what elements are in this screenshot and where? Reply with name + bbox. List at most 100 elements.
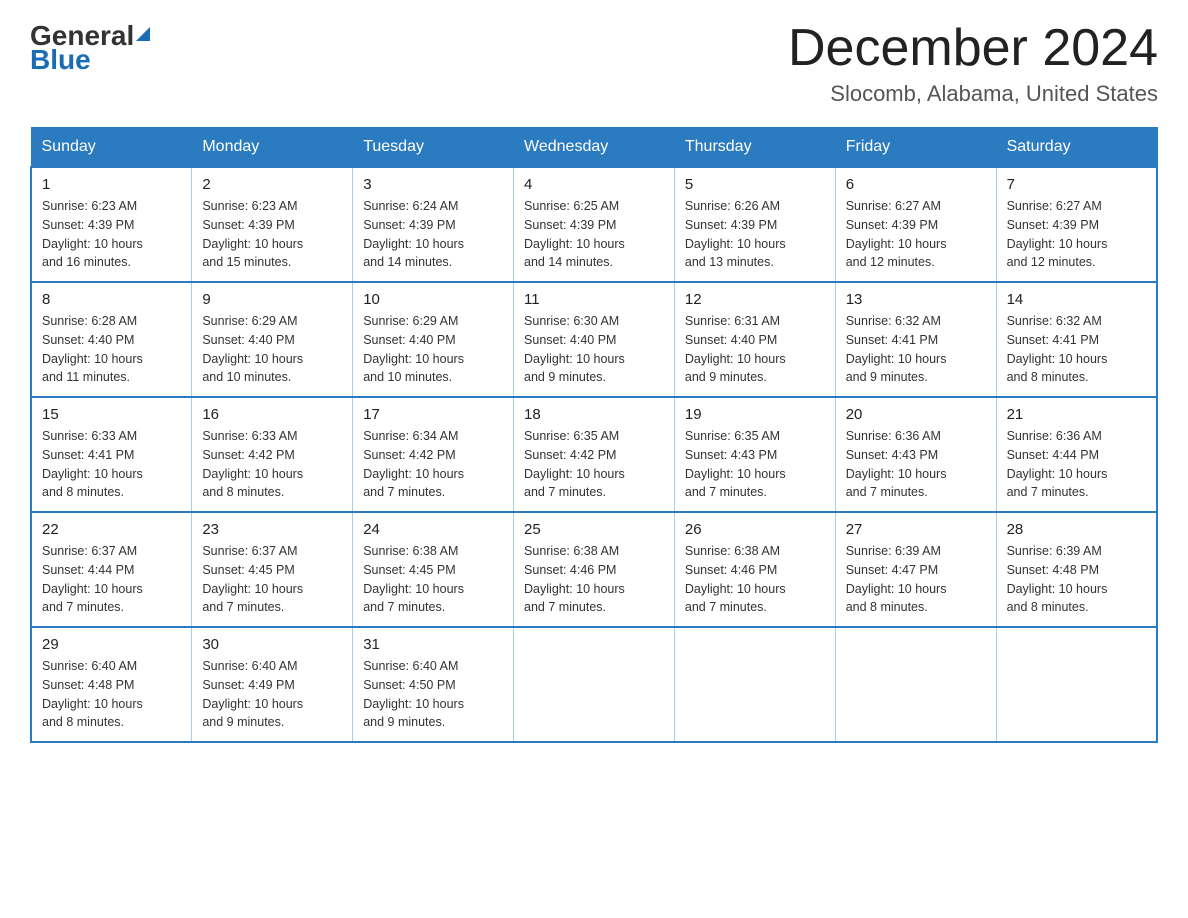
day-number: 20 [846, 406, 986, 423]
calendar-cell: 13 Sunrise: 6:32 AMSunset: 4:41 PMDayligh… [835, 282, 996, 397]
calendar-cell [674, 627, 835, 742]
day-number: 19 [685, 406, 825, 423]
calendar-cell: 2Sunrise: 6:23 AMSunset: 4:39 PMDaylight… [192, 167, 353, 282]
calendar-cell: 21 Sunrise: 6:36 AMSunset: 4:44 PMDayligh… [996, 397, 1157, 512]
calendar-cell: 3 Sunrise: 6:24 AMSunset: 4:39 PMDaylight… [353, 167, 514, 282]
calendar-cell [835, 627, 996, 742]
day-info: Sunrise: 6:33 AMSunset: 4:42 PMDaylight:… [202, 427, 342, 502]
calendar-cell: 16 Sunrise: 6:33 AMSunset: 4:42 PMDayligh… [192, 397, 353, 512]
calendar-cell: 18 Sunrise: 6:35 AMSunset: 4:42 PMDayligh… [514, 397, 675, 512]
day-number: 13 [846, 291, 986, 308]
day-info: Sunrise: 6:30 AMSunset: 4:40 PMDaylight:… [524, 312, 664, 387]
day-info: Sunrise: 6:27 AMSunset: 4:39 PMDaylight:… [846, 197, 986, 272]
page-header: General Blue December 2024 Slocomb, Alab… [30, 20, 1158, 107]
calendar-week-row: 22 Sunrise: 6:37 AMSunset: 4:44 PMDayligh… [31, 512, 1157, 627]
calendar-cell: 6 Sunrise: 6:27 AMSunset: 4:39 PMDaylight… [835, 167, 996, 282]
header-saturday: Saturday [996, 128, 1157, 168]
calendar-cell: 19 Sunrise: 6:35 AMSunset: 4:43 PMDayligh… [674, 397, 835, 512]
day-info: Sunrise: 6:29 AMSunset: 4:40 PMDaylight:… [202, 312, 342, 387]
day-info: Sunrise: 6:35 AMSunset: 4:43 PMDaylight:… [685, 427, 825, 502]
calendar-header-row: SundayMondayTuesdayWednesdayThursdayFrid… [31, 128, 1157, 168]
day-number: 10 [363, 291, 503, 308]
logo-blue-text: Blue [30, 44, 91, 76]
day-info: Sunrise: 6:24 AMSunset: 4:39 PMDaylight:… [363, 197, 503, 272]
calendar-cell: 11Sunrise: 6:30 AMSunset: 4:40 PMDayligh… [514, 282, 675, 397]
calendar-cell: 8 Sunrise: 6:28 AMSunset: 4:40 PMDaylight… [31, 282, 192, 397]
title-area: December 2024 Slocomb, Alabama, United S… [788, 20, 1158, 107]
day-number: 5 [685, 176, 825, 193]
day-info: Sunrise: 6:28 AMSunset: 4:40 PMDaylight:… [42, 312, 181, 387]
day-info: Sunrise: 6:37 AMSunset: 4:45 PMDaylight:… [202, 542, 342, 617]
day-info: Sunrise: 6:31 AMSunset: 4:40 PMDaylight:… [685, 312, 825, 387]
calendar-cell: 31Sunrise: 6:40 AMSunset: 4:50 PMDayligh… [353, 627, 514, 742]
day-number: 18 [524, 406, 664, 423]
day-info: Sunrise: 6:40 AMSunset: 4:49 PMDaylight:… [202, 657, 342, 732]
calendar-cell [996, 627, 1157, 742]
day-number: 24 [363, 521, 503, 538]
calendar-cell: 29 Sunrise: 6:40 AMSunset: 4:48 PMDayligh… [31, 627, 192, 742]
header-tuesday: Tuesday [353, 128, 514, 168]
calendar-cell: 7 Sunrise: 6:27 AMSunset: 4:39 PMDaylight… [996, 167, 1157, 282]
calendar-cell: 28Sunrise: 6:39 AMSunset: 4:48 PMDayligh… [996, 512, 1157, 627]
day-number: 4 [524, 176, 664, 193]
calendar-cell: 17 Sunrise: 6:34 AMSunset: 4:42 PMDayligh… [353, 397, 514, 512]
day-number: 23 [202, 521, 342, 538]
day-info: Sunrise: 6:32 AMSunset: 4:41 PMDaylight:… [846, 312, 986, 387]
calendar-cell: 25Sunrise: 6:38 AMSunset: 4:46 PMDayligh… [514, 512, 675, 627]
day-number: 30 [202, 636, 342, 653]
calendar-cell: 27Sunrise: 6:39 AMSunset: 4:47 PMDayligh… [835, 512, 996, 627]
header-friday: Friday [835, 128, 996, 168]
calendar-cell: 20Sunrise: 6:36 AMSunset: 4:43 PMDayligh… [835, 397, 996, 512]
calendar-week-row: 29 Sunrise: 6:40 AMSunset: 4:48 PMDayligh… [31, 627, 1157, 742]
calendar-cell: 4 Sunrise: 6:25 AMSunset: 4:39 PMDaylight… [514, 167, 675, 282]
calendar-cell: 5 Sunrise: 6:26 AMSunset: 4:39 PMDaylight… [674, 167, 835, 282]
calendar-cell: 30 Sunrise: 6:40 AMSunset: 4:49 PMDayligh… [192, 627, 353, 742]
calendar-week-row: 1 Sunrise: 6:23 AMSunset: 4:39 PMDaylight… [31, 167, 1157, 282]
day-number: 22 [42, 521, 181, 538]
day-number: 7 [1007, 176, 1146, 193]
calendar-table: SundayMondayTuesdayWednesdayThursdayFrid… [30, 127, 1158, 743]
day-number: 17 [363, 406, 503, 423]
day-info: Sunrise: 6:36 AMSunset: 4:44 PMDaylight:… [1007, 427, 1146, 502]
calendar-cell: 26Sunrise: 6:38 AMSunset: 4:46 PMDayligh… [674, 512, 835, 627]
day-info: Sunrise: 6:34 AMSunset: 4:42 PMDaylight:… [363, 427, 503, 502]
day-number: 28 [1007, 521, 1146, 538]
calendar-cell: 14Sunrise: 6:32 AMSunset: 4:41 PMDayligh… [996, 282, 1157, 397]
day-number: 21 [1007, 406, 1146, 423]
day-info: Sunrise: 6:39 AMSunset: 4:47 PMDaylight:… [846, 542, 986, 617]
day-info: Sunrise: 6:37 AMSunset: 4:44 PMDaylight:… [42, 542, 181, 617]
day-number: 16 [202, 406, 342, 423]
calendar-cell: 1 Sunrise: 6:23 AMSunset: 4:39 PMDaylight… [31, 167, 192, 282]
day-info: Sunrise: 6:23 AMSunset: 4:39 PMDaylight:… [42, 197, 181, 272]
day-number: 14 [1007, 291, 1146, 308]
calendar-week-row: 8 Sunrise: 6:28 AMSunset: 4:40 PMDaylight… [31, 282, 1157, 397]
day-info: Sunrise: 6:26 AMSunset: 4:39 PMDaylight:… [685, 197, 825, 272]
month-title: December 2024 [788, 20, 1158, 77]
day-number: 29 [42, 636, 181, 653]
header-monday: Monday [192, 128, 353, 168]
day-info: Sunrise: 6:27 AMSunset: 4:39 PMDaylight:… [1007, 197, 1146, 272]
calendar-week-row: 15 Sunrise: 6:33 AMSunset: 4:41 PMDayligh… [31, 397, 1157, 512]
day-info: Sunrise: 6:40 AMSunset: 4:48 PMDaylight:… [42, 657, 181, 732]
day-info: Sunrise: 6:38 AMSunset: 4:46 PMDaylight:… [685, 542, 825, 617]
calendar-cell: 22 Sunrise: 6:37 AMSunset: 4:44 PMDayligh… [31, 512, 192, 627]
calendar-cell: 23 Sunrise: 6:37 AMSunset: 4:45 PMDayligh… [192, 512, 353, 627]
day-number: 9 [202, 291, 342, 308]
calendar-cell: 12Sunrise: 6:31 AMSunset: 4:40 PMDayligh… [674, 282, 835, 397]
day-number: 15 [42, 406, 181, 423]
calendar-cell: 10Sunrise: 6:29 AMSunset: 4:40 PMDayligh… [353, 282, 514, 397]
day-number: 3 [363, 176, 503, 193]
day-info: Sunrise: 6:33 AMSunset: 4:41 PMDaylight:… [42, 427, 181, 502]
day-number: 31 [363, 636, 503, 653]
day-number: 6 [846, 176, 986, 193]
location-label: Slocomb, Alabama, United States [788, 81, 1158, 107]
header-thursday: Thursday [674, 128, 835, 168]
calendar-cell: 15 Sunrise: 6:33 AMSunset: 4:41 PMDayligh… [31, 397, 192, 512]
day-number: 8 [42, 291, 181, 308]
day-info: Sunrise: 6:25 AMSunset: 4:39 PMDaylight:… [524, 197, 664, 272]
day-number: 25 [524, 521, 664, 538]
day-info: Sunrise: 6:38 AMSunset: 4:45 PMDaylight:… [363, 542, 503, 617]
day-info: Sunrise: 6:35 AMSunset: 4:42 PMDaylight:… [524, 427, 664, 502]
day-number: 1 [42, 176, 181, 193]
day-info: Sunrise: 6:23 AMSunset: 4:39 PMDaylight:… [202, 197, 342, 272]
